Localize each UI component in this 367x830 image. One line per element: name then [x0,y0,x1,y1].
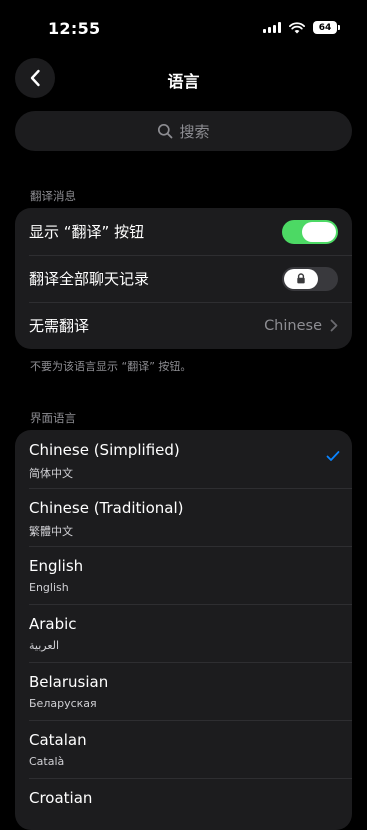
row-label: 翻译全部聊天记录 [29,270,150,288]
search-placeholder: 搜索 [179,122,210,141]
search-icon [158,123,173,139]
language-native-name: Català [29,755,65,768]
interface-language-label: 界面语言 [30,411,76,425]
lock-icon [297,273,305,284]
language-name: Chinese (Simplified) [29,441,180,459]
language-list: Chinese (Simplified) 简体中文 Chinese (Tradi… [15,430,352,830]
do-not-translate-row[interactable]: 无需翻译 Chinese [15,302,352,349]
language-row-english[interactable]: English English [15,546,352,604]
show-translate-toggle[interactable] [282,219,338,244]
language-row-croatian[interactable]: Croatian [15,778,352,830]
language-row-arabic[interactable]: Arabic العربية [15,604,352,662]
translate-settings-group: 显示 “翻译” 按钮 翻译全部聊天记录 无需翻译 Chinese [15,208,352,349]
signal-icon [263,22,281,33]
language-name: Croatian [29,789,93,807]
battery-icon: 64 [313,21,340,34]
wifi-icon [289,21,305,33]
show-translate-button-row[interactable]: 显示 “翻译” 按钮 [15,208,352,255]
checkmark-icon [326,451,340,461]
status-icons: 64 [263,21,340,34]
language-name: Arabic [29,615,77,633]
language-row-chinese-simplified[interactable]: Chinese (Simplified) 简体中文 [15,430,352,488]
row-label: 无需翻译 [29,317,90,335]
language-row-chinese-traditional[interactable]: Chinese (Traditional) 繁體中文 [15,488,352,546]
language-name: Belarusian [29,673,109,691]
status-bar: 12:55 64 [0,0,367,56]
language-native-name: English [29,581,69,594]
language-native-name: العربية [29,639,60,652]
translate-all-chats-toggle[interactable] [282,266,338,291]
translate-section-label: 翻译消息 [30,189,76,203]
do-not-translate-value: Chinese [264,317,322,334]
language-row-catalan[interactable]: Catalan Català [15,720,352,778]
chevron-right-icon [330,319,338,332]
search-field[interactable]: 搜索 [15,111,352,151]
status-time: 12:55 [48,19,101,38]
language-native-name: Беларуская [29,697,97,710]
navigation-bar: 语言 [0,58,367,102]
translate-all-chats-row[interactable]: 翻译全部聊天记录 [15,255,352,302]
language-name: Catalan [29,731,87,749]
page-title: 语言 [167,72,200,91]
language-native-name: 简体中文 [29,467,73,480]
language-row-belarusian[interactable]: Belarusian Беларуская [15,662,352,720]
language-name: English [29,557,84,575]
language-native-name: 繁體中文 [29,525,73,538]
language-name: Chinese (Traditional) [29,499,184,517]
row-label: 显示 “翻译” 按钮 [29,223,145,241]
translate-footnote: 不要为该语言显示 “翻译” 按钮。 [30,360,192,373]
